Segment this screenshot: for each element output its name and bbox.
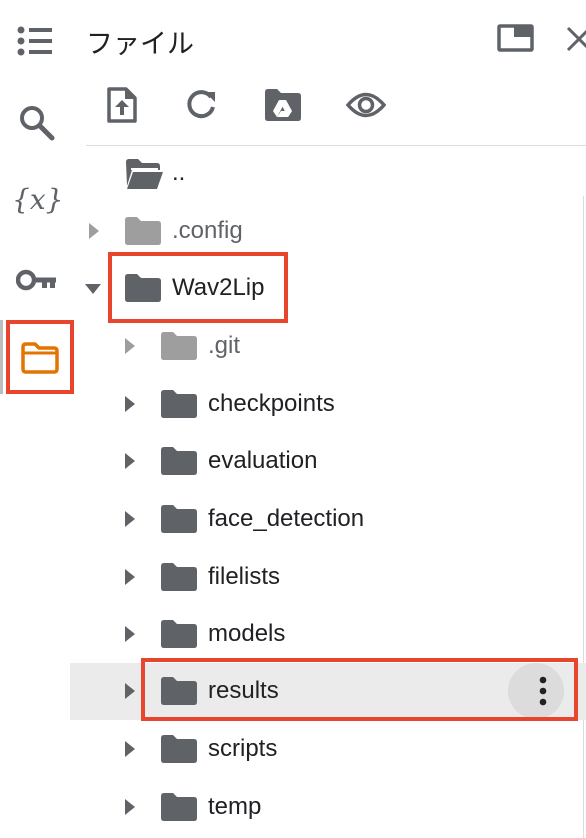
tree-item-label: scripts [208, 735, 278, 762]
refresh-button[interactable] [184, 88, 220, 124]
files-button[interactable] [8, 320, 72, 394]
chevron-right-icon[interactable] [123, 625, 137, 643]
tree-row-face-detection[interactable]: face_detection [70, 491, 586, 547]
tree-item-label: checkpoints [208, 390, 335, 417]
folder-icon [161, 677, 197, 705]
tree-item-label: filelists [208, 563, 281, 590]
tree-item-label: temp [208, 793, 262, 820]
folder-icon [21, 342, 59, 374]
tree-row-filelists[interactable]: filelists [70, 549, 586, 605]
chevron-right-icon[interactable] [123, 568, 137, 586]
tree-row-wav2lip[interactable]: Wav2Lip [70, 260, 586, 316]
tree-row-temp[interactable]: temp [70, 779, 586, 838]
tree-row-git[interactable]: .git [70, 318, 586, 374]
table-of-contents-icon [17, 26, 52, 56]
chevron-right-icon[interactable] [123, 337, 137, 355]
tree-item-label: .. [172, 159, 186, 186]
toggle-hidden-files-button[interactable] [346, 92, 388, 120]
chevron-right-icon[interactable] [123, 452, 137, 470]
tree-item-label: evaluation [208, 447, 318, 474]
folder-icon [161, 735, 197, 763]
folder-icon [161, 563, 197, 591]
folder-icon [161, 793, 197, 821]
folder-icon [161, 620, 197, 648]
folder-icon [125, 217, 161, 245]
mount-drive-icon [265, 89, 301, 121]
tree-row-models[interactable]: models [70, 606, 586, 662]
tree-row-checkpoints[interactable]: checkpoints [70, 376, 586, 432]
table-of-contents-button[interactable] [16, 26, 58, 60]
open-in-tab-button[interactable] [497, 24, 537, 54]
chevron-right-icon[interactable] [87, 222, 101, 240]
tree-item-label: face_detection [208, 505, 365, 532]
search-icon [20, 106, 55, 141]
secrets-button[interactable] [16, 267, 60, 297]
search-button[interactable] [18, 104, 58, 144]
chevron-right-icon[interactable] [123, 395, 137, 413]
tree-row-evaluation[interactable]: evaluation [70, 433, 586, 489]
refresh-icon [187, 90, 215, 119]
upload-file-icon [107, 87, 137, 123]
chevron-right-icon[interactable] [123, 682, 137, 700]
folder-icon [161, 447, 197, 475]
folder-open-icon [126, 159, 163, 189]
chevron-right-icon[interactable] [123, 740, 137, 758]
upload-button[interactable] [106, 86, 140, 126]
folder-icon [161, 505, 197, 533]
tree-item-label: .config [172, 217, 243, 244]
folder-icon [125, 274, 161, 302]
variables-icon: {x} [12, 183, 64, 216]
close-panel-button[interactable] [564, 24, 586, 54]
more-vert-icon [539, 676, 547, 706]
chevron-down-icon[interactable] [84, 282, 102, 296]
tree-item-label: Wav2Lip [172, 274, 265, 301]
folder-icon [161, 390, 197, 418]
show-hidden-icon [346, 92, 386, 118]
chevron-right-icon[interactable] [123, 798, 137, 816]
mount-drive-button[interactable] [264, 88, 304, 124]
tree-item-label: results [208, 677, 279, 704]
chevron-right-icon[interactable] [123, 510, 137, 528]
tree-row-parent[interactable]: .. [70, 145, 586, 201]
tree-row-scripts[interactable]: scripts [70, 721, 586, 777]
tree-item-label: models [208, 620, 286, 647]
tree-row-config[interactable]: .config [70, 203, 586, 259]
open-in-tab-icon [497, 24, 534, 52]
more-actions-button[interactable] [508, 663, 564, 719]
variables-button[interactable]: {x} [12, 180, 64, 220]
key-icon [16, 269, 56, 291]
folder-icon [161, 332, 197, 360]
rail-active-indicator [0, 320, 3, 394]
close-icon [566, 26, 586, 52]
panel-title: ファイル [86, 29, 194, 59]
tree-item-label: .git [208, 332, 241, 359]
